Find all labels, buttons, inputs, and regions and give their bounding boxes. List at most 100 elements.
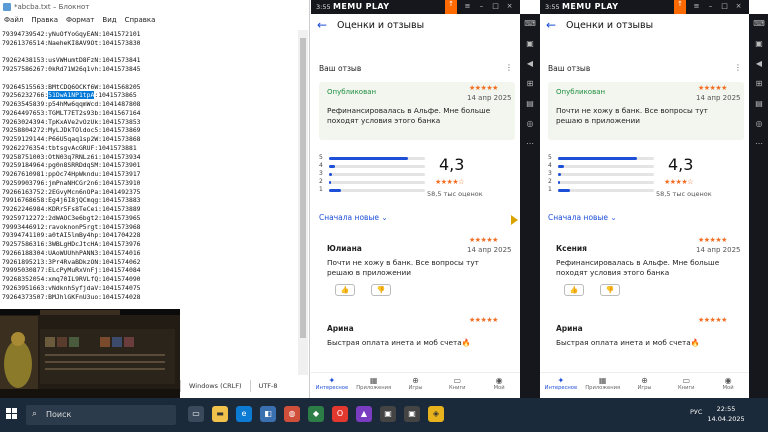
text-line: 79261376514:NaeheKI8AV9Ot:1041573830 — [2, 38, 141, 47]
maximize-icon[interactable]: □ — [491, 2, 500, 11]
location-icon[interactable]: ◎ — [520, 114, 540, 134]
ratings-count: 58,5 тыс оценок — [656, 190, 712, 198]
sort-newest-link[interactable]: Сначала новые ⌄ — [548, 213, 617, 222]
sort-newest-link[interactable]: Сначала новые ⌄ — [319, 213, 388, 222]
opera-icon[interactable]: O — [332, 406, 348, 422]
rating-bar-track — [558, 157, 654, 160]
folder-icon[interactable]: ▤ — [749, 94, 768, 114]
memu-window-left: 3:55 MEMU PLAY ↑ ≡ – □ × ← Оценки и отзы… — [311, 0, 520, 398]
text-line: 79262246984:KDRr5Fs8TeCei:1041573889 — [2, 205, 141, 213]
memu-icon[interactable]: ◈ — [428, 406, 444, 422]
folder-icon[interactable]: ▤ — [520, 94, 540, 114]
install-icon[interactable]: ⊞ — [749, 74, 768, 94]
scrollbar-thumb[interactable] — [300, 38, 306, 338]
screenshot-icon[interactable]: ▣ — [749, 34, 768, 54]
bottom-nav: ✦ Интересное ▦ Приложения ⊕ Игры ▭ Книги ◉ Мо… — [540, 372, 749, 398]
rating-bar-row: 2 — [548, 178, 658, 186]
app-icon[interactable]: ◧ — [260, 406, 276, 422]
file-explorer-icon[interactable]: ▬ — [212, 406, 228, 422]
rating-bar-track — [329, 165, 425, 168]
game-scene — [0, 309, 180, 398]
install-icon[interactable]: ⊞ — [520, 74, 540, 94]
review-card: Арина ★★★★★ Быстрая оплата инета и моб с… — [319, 316, 515, 356]
notepad-menu-item[interactable]: Формат — [66, 16, 94, 24]
memu-toolbar-left: ⌨ ▣ ◀ ⊞ ▤ ◎ ⋯ — [520, 14, 540, 398]
rating-bar-fill — [329, 189, 341, 192]
keyboard-icon[interactable]: ⌨ — [520, 14, 540, 34]
average-rating: 4,3 — [439, 155, 465, 174]
close-icon[interactable]: × — [505, 2, 514, 11]
nav-apps[interactable]: ▦ Приложения — [356, 373, 392, 398]
keyboard-icon[interactable]: ⌨ — [749, 14, 768, 34]
more-icon[interactable]: ⋯ — [749, 134, 768, 154]
nav-featured[interactable]: ✦ Интересное — [314, 373, 350, 398]
line-ending-status: Windows (CRLF) — [180, 380, 250, 392]
thumbs-up-button[interactable]: 👍 — [564, 284, 584, 296]
text-line: 79993446912:ravoknonP5rgt:1041573968 — [2, 222, 141, 231]
notepad-menu-item[interactable]: Файл — [4, 16, 23, 24]
text-line: 79394739542:yNuOfYoGqyEAN:1041572101 — [2, 30, 141, 38]
text-line: 79916768658:Eg4j6I8jQCmqg:1041573883 — [2, 196, 141, 205]
rating-bar-track — [329, 181, 425, 184]
rating-bars: 5 4 3 2 1 — [319, 154, 429, 194]
volume-icon[interactable]: ◀ — [520, 54, 540, 74]
nav-books[interactable]: ▭ Книги — [439, 373, 475, 398]
nav-games[interactable]: ⊕ Игры — [397, 373, 433, 398]
back-arrow-icon[interactable]: ← — [317, 18, 327, 32]
nav-my[interactable]: ◉ Мой — [481, 373, 517, 398]
close-icon[interactable]: × — [734, 2, 743, 11]
windows-start-icon[interactable] — [6, 408, 18, 420]
taskbar-clock[interactable]: 22:55 14.04.2025 — [706, 404, 746, 424]
menu-icon[interactable]: ≡ — [692, 2, 701, 11]
location-icon[interactable]: ◎ — [749, 114, 768, 134]
notepad-menubar: Файл Правка Формат Вид Справка — [0, 14, 310, 26]
notepad-scrollbar[interactable] — [298, 30, 308, 375]
gamepad-icon: ⊕ — [412, 376, 419, 385]
more-vert-icon[interactable]: ⋮ — [505, 63, 513, 72]
your-review-heading: Ваш отзыв — [319, 64, 362, 73]
selected-text[interactable]: 51DwA1NP1tpA — [48, 91, 95, 100]
app-icon[interactable]: ▣ — [404, 406, 420, 422]
upload-icon[interactable]: ↑ — [445, 0, 457, 14]
nav-my[interactable]: ◉ Мой — [710, 373, 746, 398]
nav-apps[interactable]: ▦ Приложения — [585, 373, 621, 398]
menu-icon[interactable]: ≡ — [463, 2, 472, 11]
maximize-icon[interactable]: □ — [720, 2, 729, 11]
review-date: 14 апр 2025 — [696, 246, 741, 254]
review-stars: ★★★★★ — [698, 316, 727, 324]
back-arrow-icon[interactable]: ← — [546, 18, 556, 32]
thumbs-down-button[interactable]: 👎 — [371, 284, 391, 296]
nav-featured[interactable]: ✦ Интересное — [543, 373, 579, 398]
app-icon[interactable]: ◆ — [308, 406, 324, 422]
minimize-icon[interactable]: – — [706, 2, 715, 11]
rating-bar-track — [558, 165, 654, 168]
more-icon[interactable]: ⋯ — [520, 134, 540, 154]
android-screen: ← Оценки и отзывы Ваш отзыв ⋮ Опубликова… — [540, 14, 749, 398]
thumbs-up-button[interactable]: 👍 — [335, 284, 355, 296]
notepad-menu-item[interactable]: Правка — [31, 16, 58, 24]
input-language[interactable]: РУС — [690, 408, 702, 416]
nav-games[interactable]: ⊕ Игры — [626, 373, 662, 398]
notepad-title: *abcba.txt – Блокнот — [0, 0, 310, 14]
text-line: 79261895213:3Pr4RvaBDkzON:1041574062 — [2, 257, 141, 266]
rating-bar-track — [558, 189, 654, 192]
review-card: Арина ★★★★★ Быстрая оплата инета и моб с… — [548, 316, 744, 356]
more-vert-icon[interactable]: ⋮ — [734, 63, 742, 72]
minimize-icon[interactable]: – — [477, 2, 486, 11]
app-icon[interactable]: ▣ — [380, 406, 396, 422]
app-icon[interactable]: ▲ — [356, 406, 372, 422]
screenshot-icon[interactable]: ▣ — [520, 34, 540, 54]
volume-icon[interactable]: ◀ — [749, 54, 768, 74]
thumbs-down-button[interactable]: 👎 — [600, 284, 620, 296]
person-icon: ◉ — [495, 376, 503, 385]
nav-books[interactable]: ▭ Книги — [668, 373, 704, 398]
notepad-menu-item[interactable]: Вид — [102, 16, 116, 24]
task-view-icon[interactable]: ▭ — [188, 406, 204, 422]
notepad-menu-item[interactable]: Справка — [125, 16, 156, 24]
upload-icon[interactable]: ↑ — [674, 0, 686, 14]
game-preview-thumbnail[interactable] — [0, 309, 180, 398]
app-icon[interactable]: ◍ — [284, 406, 300, 422]
text-line: 79262438153:usVWHumtD8FzN:1041573841 — [2, 56, 141, 65]
taskbar-search-input[interactable]: ⌕ Поиск — [26, 405, 176, 425]
edge-icon[interactable]: e — [236, 406, 252, 422]
